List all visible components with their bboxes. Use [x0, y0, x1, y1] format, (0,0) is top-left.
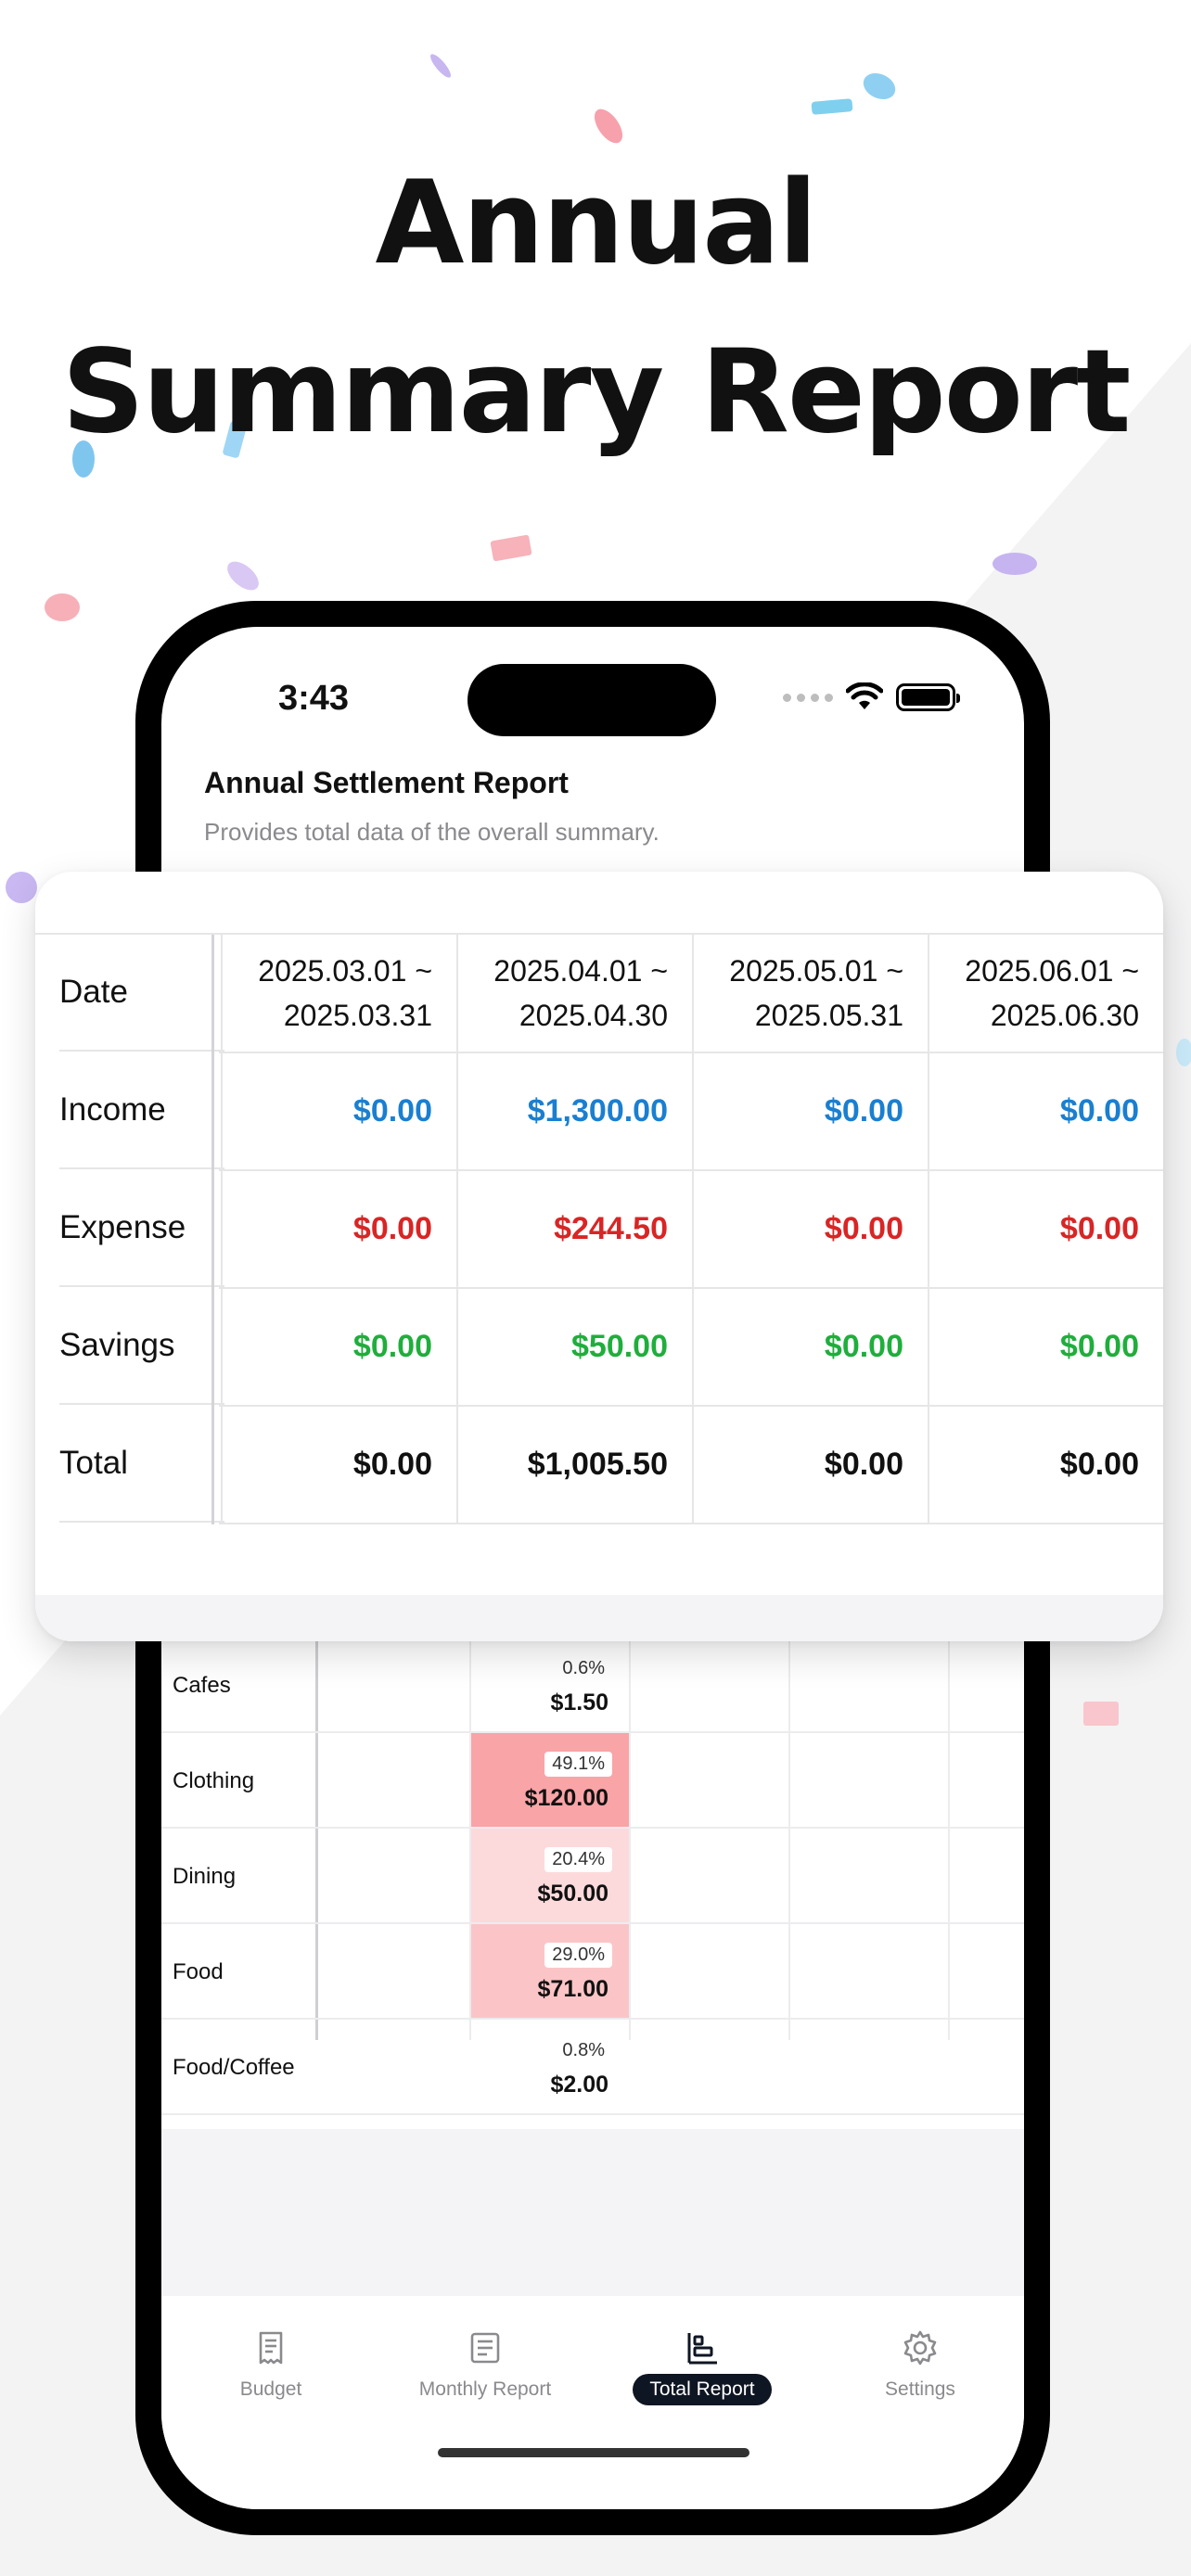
category-name: Dining: [173, 1863, 237, 1889]
summary-card: Date Income Expense Savings Total 2025.0…: [35, 872, 1163, 1641]
total-value: $0.00: [352, 1446, 432, 1482]
tab-monthly-report[interactable]: Monthly Report: [376, 2329, 595, 2405]
income-value: $1,300.00: [527, 1092, 668, 1129]
status-time: 3:43: [278, 679, 350, 718]
row-label-date: Date: [59, 935, 224, 1052]
category-percent: 49.1%: [544, 1752, 612, 1777]
confetti-piece: [1083, 1702, 1119, 1726]
category-percent: 0.8%: [562, 2040, 605, 2060]
category-amount-cell: [471, 1638, 629, 1731]
income-value: $0.00: [1059, 1092, 1139, 1129]
tab-label: Settings: [885, 2378, 955, 2400]
home-indicator[interactable]: [438, 2448, 749, 2457]
row-label-income: Income: [59, 1052, 224, 1169]
gear-icon: [903, 2330, 937, 2366]
page-title: Annual Settlement Report: [204, 766, 569, 799]
row-label-savings: Savings: [59, 1288, 224, 1405]
confetti-piece: [6, 872, 37, 903]
headline-line-1: Annual: [375, 157, 818, 290]
table-row[interactable]: Food 29.0% $71.00: [161, 1924, 1024, 2020]
table-row[interactable]: Cafes 0.6% $1.50: [161, 1638, 1024, 1733]
date-start: 2025.03.01 ~: [258, 954, 432, 988]
content-background: [161, 2129, 1024, 2296]
date-range-cell: 2025.05.01 ~ 2025.05.31: [692, 935, 928, 1052]
tab-bar: Budget Monthly Report Total Report Setti…: [161, 2296, 1024, 2509]
page-subtitle: Provides total data of the overall summa…: [204, 818, 660, 846]
category-percent: 29.0%: [544, 1943, 612, 1968]
total-value: $1,005.50: [527, 1446, 668, 1482]
date-end: 2025.05.31: [754, 999, 903, 1032]
dynamic-island: [467, 664, 716, 736]
expense-value: $244.50: [554, 1210, 668, 1246]
receipt-icon: [259, 2331, 283, 2365]
date-start: 2025.04.01 ~: [493, 954, 668, 988]
savings-value: $0.00: [1059, 1328, 1139, 1364]
date-end: 2025.04.30: [519, 999, 668, 1032]
tab-settings[interactable]: Settings: [811, 2329, 1024, 2405]
row-label-total: Total: [59, 1406, 224, 1523]
signal-icon: [783, 693, 833, 702]
date-start: 2025.06.01 ~: [965, 954, 1139, 988]
wifi-icon: [846, 682, 883, 709]
total-value: $0.00: [824, 1446, 903, 1482]
date-end: 2025.06.30: [990, 999, 1139, 1032]
tab-budget[interactable]: Budget: [161, 2329, 380, 2405]
category-name: Food: [173, 1958, 224, 1984]
headline: Annual Summary Report: [0, 139, 1191, 477]
expense-value: $0.00: [352, 1210, 432, 1246]
table-row[interactable]: Food/Coffee 0.8% $2.00: [161, 2020, 1024, 2115]
total-value: $0.00: [1059, 1446, 1139, 1482]
savings-value: $0.00: [824, 1328, 903, 1364]
category-amount: $1.50: [550, 1690, 608, 1715]
category-amount-cell: [471, 1829, 629, 1922]
tab-total-report[interactable]: Total Report: [593, 2329, 812, 2405]
table-border: [219, 1523, 1163, 1524]
category-amount-cell: [471, 2020, 629, 2113]
date-start: 2025.05.01 ~: [729, 954, 903, 988]
date-end: 2025.03.31: [283, 999, 432, 1032]
category-amount: $120.00: [524, 1785, 608, 1811]
date-range-cell: 2025.03.01 ~ 2025.03.31: [221, 935, 456, 1052]
status-icons: [783, 682, 960, 712]
report-chart-icon: [687, 2333, 717, 2365]
expense-value: $0.00: [1059, 1210, 1139, 1246]
category-amount: $71.00: [537, 1976, 608, 2002]
battery-icon: [896, 683, 960, 711]
confetti-piece: [1176, 1039, 1191, 1066]
savings-value: $50.00: [571, 1328, 668, 1364]
income-value: $0.00: [824, 1092, 903, 1129]
card-footer: [35, 1595, 1163, 1641]
confetti-piece: [45, 593, 80, 621]
date-range-cell: 2025.06.01 ~ 2025.06.30: [928, 935, 1163, 1052]
category-name: Clothing: [173, 1767, 255, 1793]
category-amount-cell: [471, 1733, 629, 1827]
category-name: Cafes: [173, 1672, 231, 1698]
table-row[interactable]: Dining 20.4% $50.00: [161, 1829, 1024, 1924]
category-amount-cell: [471, 1924, 629, 2018]
confetti-piece: [992, 553, 1037, 575]
table-row[interactable]: Clothing 49.1% $120.00: [161, 1733, 1024, 1829]
category-percent: 20.4%: [544, 1847, 612, 1872]
document-icon: [470, 2332, 500, 2364]
tab-label: Budget: [239, 2378, 302, 2400]
expense-value: $0.00: [824, 1210, 903, 1246]
tab-label: Total Report: [633, 2374, 772, 2405]
headline-line-2: Summary Report: [61, 325, 1132, 459]
category-name: Food/Coffee: [173, 2054, 295, 2080]
date-range-cell: 2025.04.01 ~ 2025.04.30: [456, 935, 692, 1052]
category-amount: $50.00: [537, 1881, 608, 1906]
category-amount: $2.00: [550, 2072, 608, 2098]
tab-label: Monthly Report: [418, 2378, 552, 2400]
table-divider: [211, 935, 214, 1524]
income-value: $0.00: [352, 1092, 432, 1129]
row-label-expense: Expense: [59, 1170, 224, 1287]
savings-value: $0.00: [352, 1328, 432, 1364]
category-percent: 0.6%: [562, 1658, 605, 1678]
